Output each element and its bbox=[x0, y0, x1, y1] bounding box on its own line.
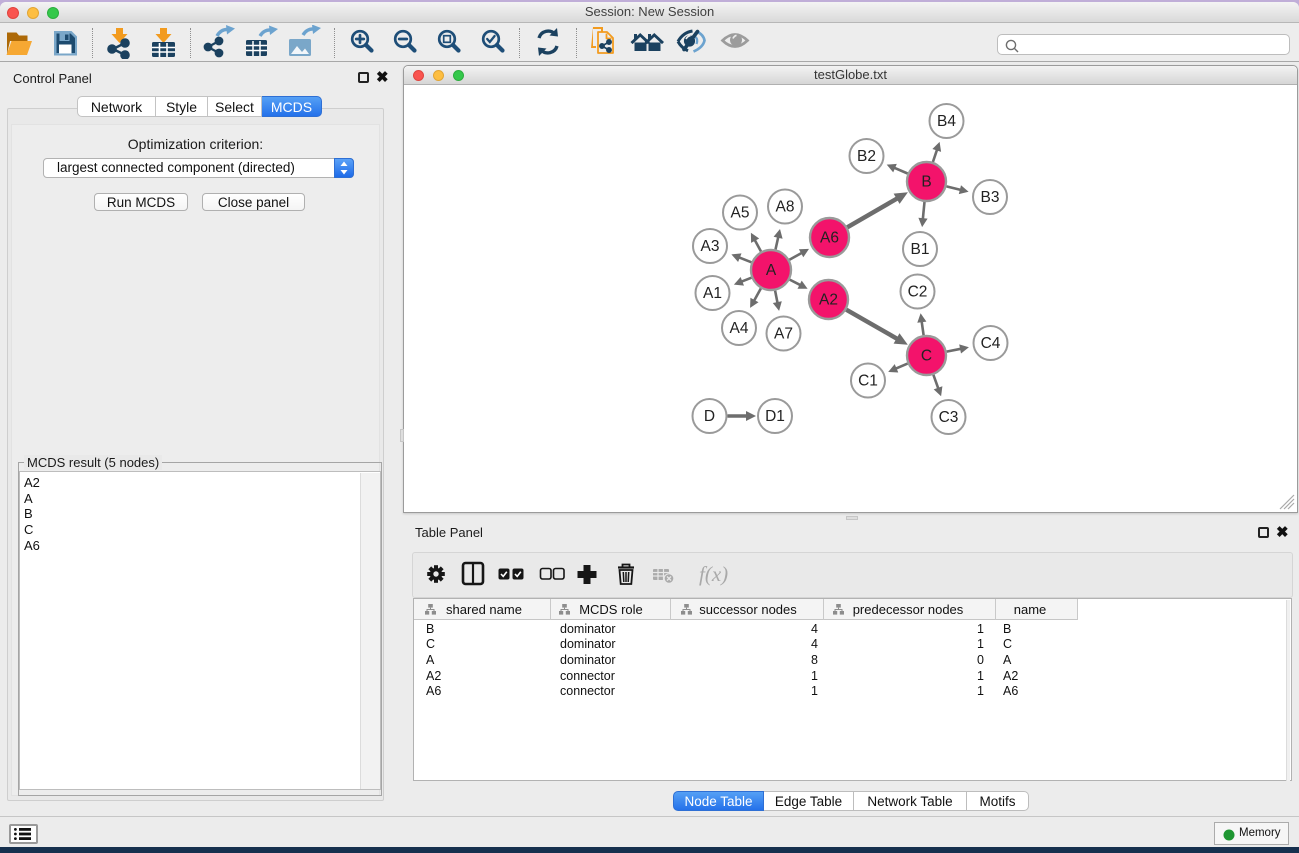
svg-text:A: A bbox=[766, 262, 777, 279]
svg-text:A6: A6 bbox=[820, 230, 839, 247]
svg-text:A4: A4 bbox=[730, 320, 749, 337]
svg-text:A1: A1 bbox=[703, 285, 722, 302]
svg-text:B3: B3 bbox=[981, 189, 1000, 206]
svg-text:C: C bbox=[921, 348, 932, 365]
svg-text:D1: D1 bbox=[765, 408, 785, 425]
svg-text:C1: C1 bbox=[858, 373, 878, 390]
svg-text:C4: C4 bbox=[981, 335, 1001, 352]
svg-text:A7: A7 bbox=[774, 326, 793, 343]
svg-text:C2: C2 bbox=[908, 284, 928, 301]
svg-text:f(x): f(x) bbox=[699, 562, 728, 586]
svg-text:A5: A5 bbox=[731, 205, 750, 222]
svg-text:C3: C3 bbox=[939, 409, 959, 426]
svg-text:B1: B1 bbox=[911, 241, 930, 258]
svg-text:D: D bbox=[704, 408, 715, 425]
svg-text:A8: A8 bbox=[776, 199, 795, 216]
svg-text:B: B bbox=[921, 174, 931, 191]
svg-text:B4: B4 bbox=[937, 113, 956, 130]
svg-text:A3: A3 bbox=[701, 238, 720, 255]
svg-text:A2: A2 bbox=[819, 292, 838, 309]
svg-text:B2: B2 bbox=[857, 148, 876, 165]
